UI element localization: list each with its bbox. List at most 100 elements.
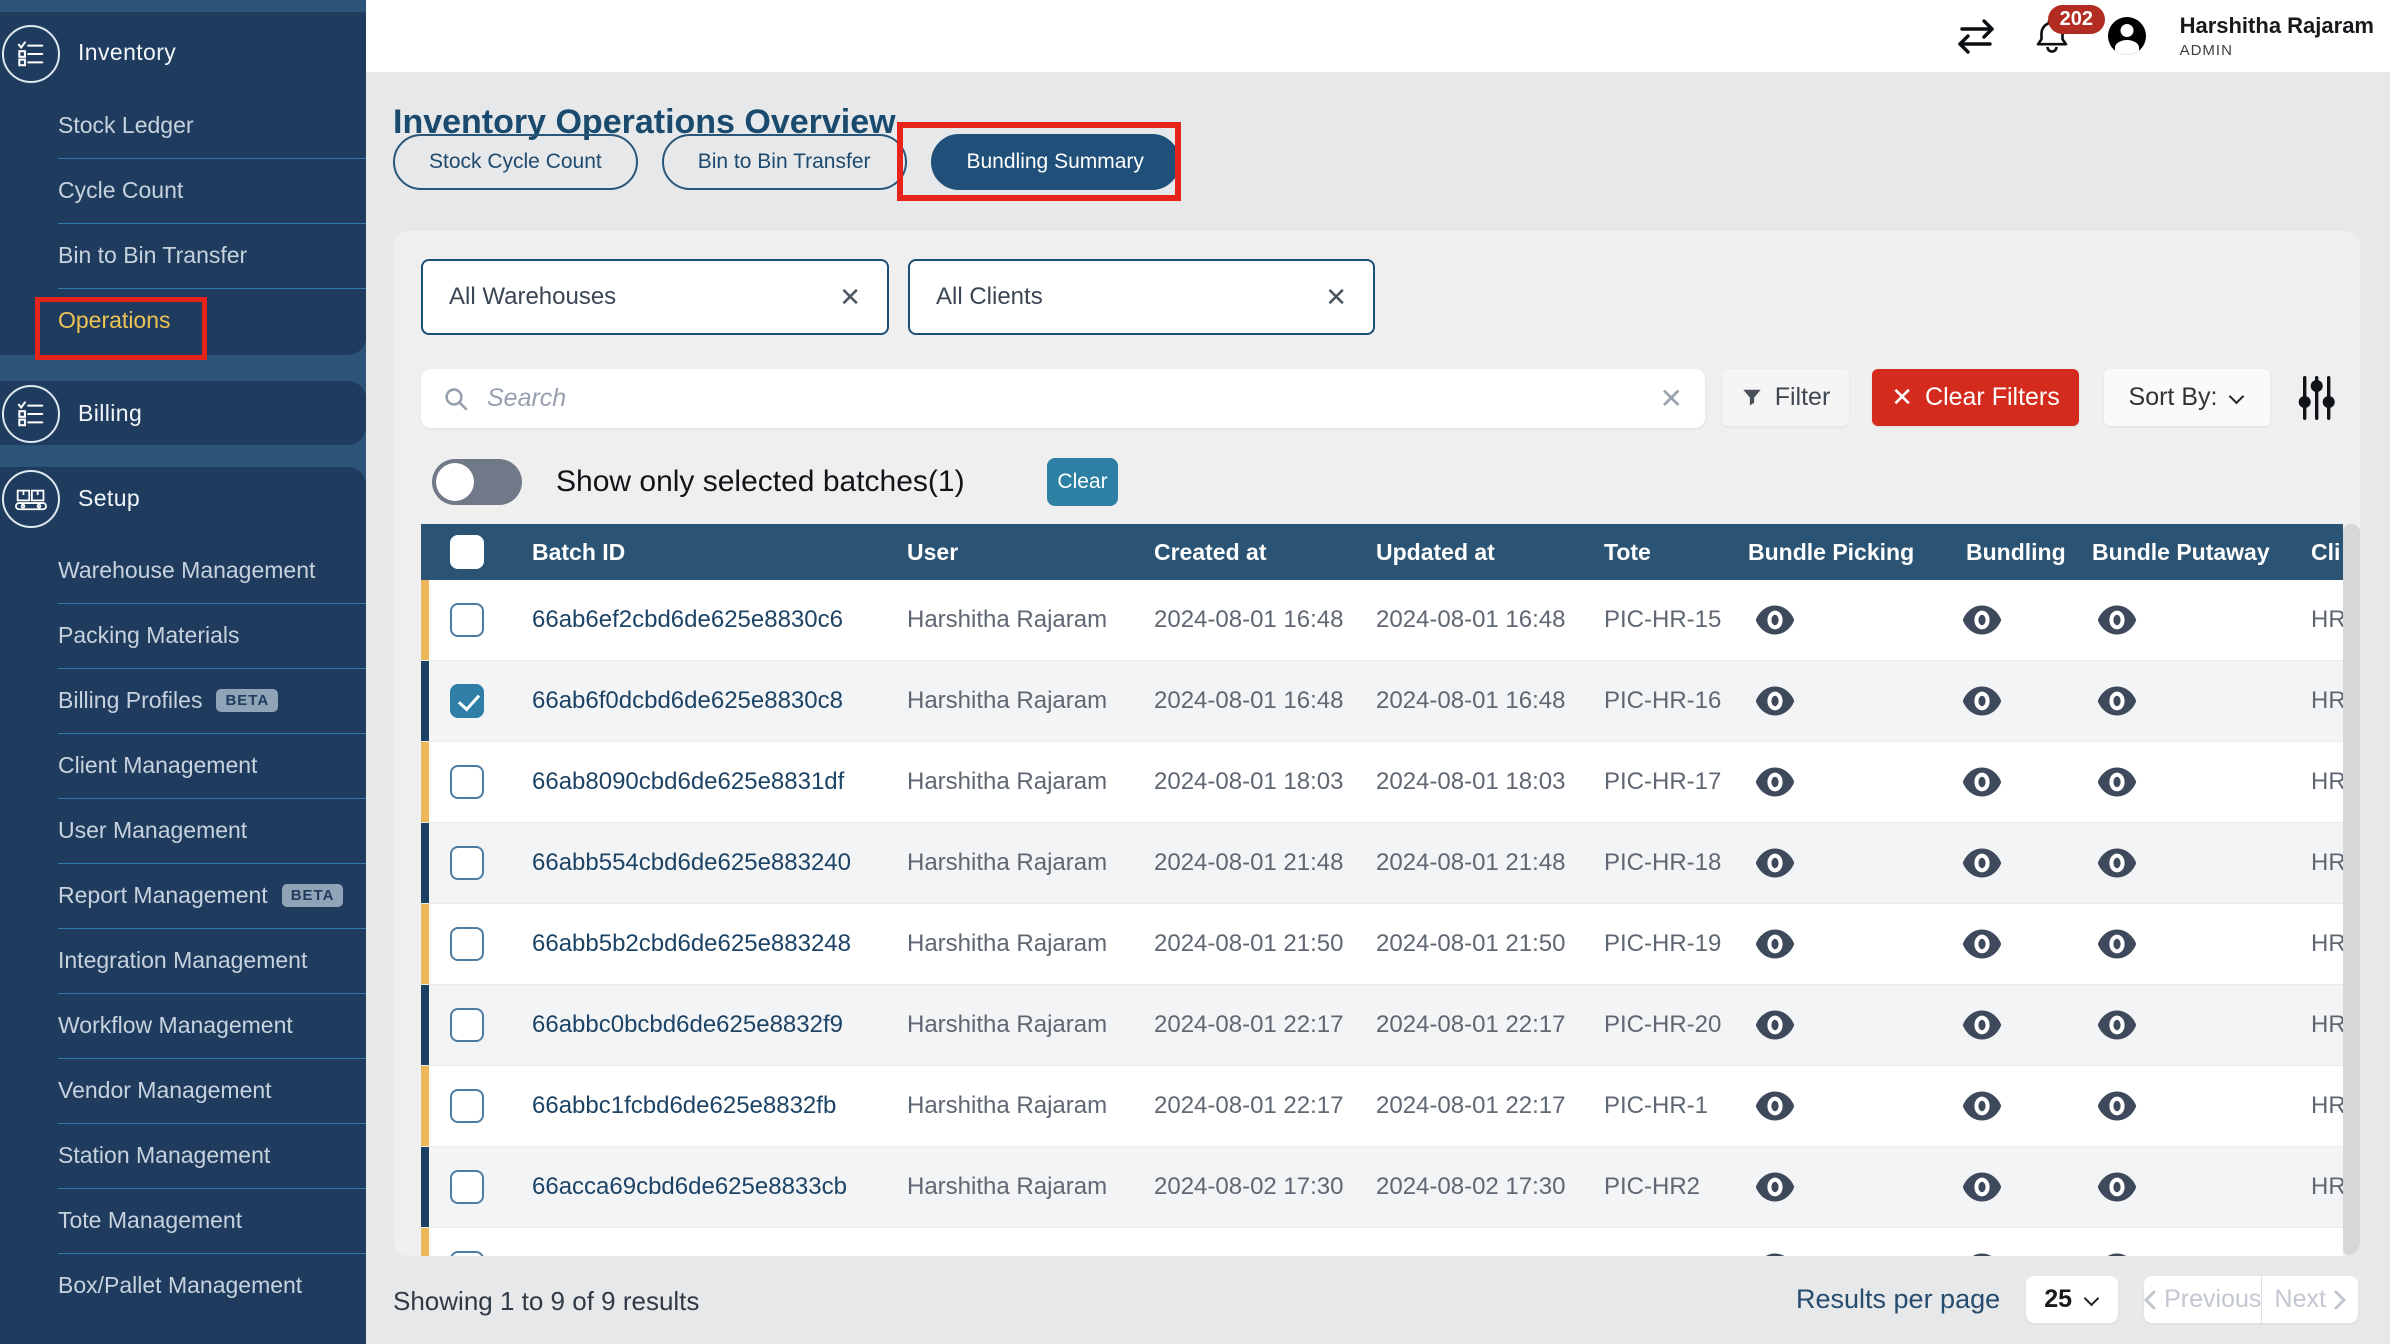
row-checkbox[interactable] bbox=[450, 684, 484, 718]
table-row: 66abb554cbd6de625e883240 Harshitha Rajar… bbox=[421, 822, 2343, 903]
sidebar-item-warehouse-management[interactable]: Warehouse Management bbox=[0, 538, 366, 603]
previous-page-button[interactable]: Previous bbox=[2144, 1276, 2261, 1323]
filter-button[interactable]: Filter bbox=[1722, 369, 1849, 426]
sidebar-item-operations[interactable]: Operations bbox=[0, 288, 366, 353]
view-bundle-picking-icon[interactable] bbox=[1755, 766, 1795, 798]
column-user[interactable]: User bbox=[880, 524, 1125, 580]
view-bundle-picking-icon[interactable] bbox=[1755, 1090, 1795, 1122]
column-created-at[interactable]: Created at bbox=[1125, 524, 1352, 580]
batch-id-link[interactable]: 66ab6f0dcbd6de625e8830c8 bbox=[505, 661, 880, 741]
clear-search-icon[interactable]: ✕ bbox=[1660, 382, 1683, 415]
sidebar-item-integration-management[interactable]: Integration Management bbox=[0, 928, 366, 993]
sort-by-dropdown[interactable]: Sort By: bbox=[2104, 369, 2270, 426]
view-bundle-picking-icon[interactable] bbox=[1755, 928, 1795, 960]
column-bundle-picking[interactable]: Bundle Picking bbox=[1725, 524, 1930, 580]
view-bundling-icon[interactable] bbox=[1962, 1171, 2002, 1203]
row-checkbox[interactable] bbox=[450, 603, 484, 637]
batch-id-link[interactable]: 66abbc0bcbd6de625e8832f9 bbox=[505, 985, 880, 1065]
view-bundle-picking-icon[interactable] bbox=[1755, 1009, 1795, 1041]
view-bundle-putaway-icon[interactable] bbox=[2097, 1171, 2137, 1203]
row-checkbox[interactable] bbox=[450, 927, 484, 961]
view-bundling-icon[interactable] bbox=[1962, 604, 2002, 636]
view-bundling-icon[interactable] bbox=[1962, 1252, 2002, 1256]
batch-id-link[interactable]: 66ab8090cbd6de625e8831df bbox=[505, 742, 880, 822]
sidebar-item-box-pallet-management[interactable]: Box/Pallet Management bbox=[0, 1253, 366, 1318]
sidebar-section-billing-label[interactable]: Billing bbox=[78, 400, 142, 427]
sidebar-item-bin-to-bin-transfer[interactable]: Bin to Bin Transfer bbox=[0, 223, 366, 288]
view-bundle-putaway-icon[interactable] bbox=[2097, 928, 2137, 960]
warehouse-filter-dropdown[interactable]: All Warehouses ✕ bbox=[421, 259, 889, 335]
batch-id-link[interactable]: 66ab6ef2cbd6de625e8830c6 bbox=[505, 580, 880, 660]
view-bundling-icon[interactable] bbox=[1962, 766, 2002, 798]
sidebar-item-station-management[interactable]: Station Management bbox=[0, 1123, 366, 1188]
column-tote[interactable]: Tote bbox=[1578, 524, 1725, 580]
sidebar-section-inventory-label[interactable]: Inventory bbox=[78, 39, 176, 66]
view-bundle-putaway-icon[interactable] bbox=[2097, 1252, 2137, 1256]
select-all-checkbox[interactable] bbox=[450, 535, 484, 569]
batch-id-link[interactable]: 66abb554cbd6de625e883240 bbox=[505, 823, 880, 903]
user-role: ADMIN bbox=[2180, 42, 2374, 59]
tab-bundling-summary[interactable]: Bundling Summary bbox=[931, 134, 1180, 190]
sidebar-item-client-management[interactable]: Client Management bbox=[0, 733, 366, 798]
notifications-bell-icon[interactable]: 202 bbox=[2032, 13, 2074, 59]
view-bundle-putaway-icon[interactable] bbox=[2097, 685, 2137, 717]
view-bundle-putaway-icon[interactable] bbox=[2097, 847, 2137, 879]
view-bundle-putaway-icon[interactable] bbox=[2097, 1090, 2137, 1122]
sidebar-item-user-management[interactable]: User Management bbox=[0, 798, 366, 863]
sidebar-item-packing-materials[interactable]: Packing Materials bbox=[0, 603, 366, 668]
clear-selection-button[interactable]: Clear bbox=[1047, 458, 1118, 506]
column-updated-at[interactable]: Updated at bbox=[1352, 524, 1578, 580]
batch-id-link[interactable] bbox=[505, 1228, 880, 1256]
batch-id-link[interactable]: 66acca69cbd6de625e8833cb bbox=[505, 1147, 880, 1227]
view-bundle-picking-icon[interactable] bbox=[1755, 685, 1795, 717]
row-checkbox[interactable] bbox=[450, 1170, 484, 1204]
batch-id-link[interactable]: 66abbc1fcbd6de625e8832fb bbox=[505, 1066, 880, 1146]
view-bundling-icon[interactable] bbox=[1962, 685, 2002, 717]
row-checkbox[interactable] bbox=[450, 1089, 484, 1123]
sidebar-section-setup-label[interactable]: Setup bbox=[78, 485, 140, 512]
column-bundling[interactable]: Bundling bbox=[1930, 524, 2065, 580]
view-bundling-icon[interactable] bbox=[1962, 847, 2002, 879]
sidebar-item-workflow-management[interactable]: Workflow Management bbox=[0, 993, 366, 1058]
sidebar-item-report-management[interactable]: Report Management BETA bbox=[0, 863, 366, 928]
tab-stock-cycle-count[interactable]: Stock Cycle Count bbox=[393, 134, 638, 190]
view-bundle-putaway-icon[interactable] bbox=[2097, 1009, 2137, 1041]
batch-id-link[interactable]: 66abb5b2cbd6de625e883248 bbox=[505, 904, 880, 984]
client-filter-dropdown[interactable]: All Clients ✕ bbox=[908, 259, 1375, 335]
table-scrollbar[interactable] bbox=[2343, 524, 2360, 1256]
user-avatar[interactable] bbox=[2108, 17, 2146, 55]
view-bundle-picking-icon[interactable] bbox=[1755, 847, 1795, 879]
sidebar-item-tote-management[interactable]: Tote Management bbox=[0, 1188, 366, 1253]
view-bundle-picking-icon[interactable] bbox=[1755, 1171, 1795, 1203]
column-bundle-putaway[interactable]: Bundle Putaway bbox=[2065, 524, 2285, 580]
sidebar-item-cycle-count[interactable]: Cycle Count bbox=[0, 158, 366, 223]
clear-client-filter-icon[interactable]: ✕ bbox=[1325, 282, 1347, 313]
search-input[interactable] bbox=[485, 383, 1644, 414]
view-bundling-icon[interactable] bbox=[1962, 928, 2002, 960]
column-batch-id[interactable]: Batch ID bbox=[505, 524, 880, 580]
sidebar-item-stock-ledger[interactable]: Stock Ledger bbox=[0, 93, 366, 158]
sidebar: Inventory Stock Ledger Cycle Count Bin t… bbox=[0, 0, 366, 1344]
swap-arrows-icon[interactable] bbox=[1954, 16, 1998, 56]
row-checkbox[interactable] bbox=[450, 1008, 484, 1042]
column-client[interactable]: Cli bbox=[2285, 524, 2343, 580]
view-bundling-icon[interactable] bbox=[1962, 1090, 2002, 1122]
row-checkbox[interactable] bbox=[450, 765, 484, 799]
show-selected-toggle[interactable] bbox=[432, 459, 522, 505]
view-bundle-picking-icon[interactable] bbox=[1755, 1252, 1795, 1256]
clear-filters-button[interactable]: ✕ Clear Filters bbox=[1872, 369, 2079, 426]
table-header-row: Batch ID User Created at Updated at Tote… bbox=[421, 524, 2343, 580]
page-size-select[interactable]: 25 bbox=[2026, 1276, 2118, 1323]
view-bundle-putaway-icon[interactable] bbox=[2097, 766, 2137, 798]
row-checkbox[interactable] bbox=[450, 846, 484, 880]
view-bundle-picking-icon[interactable] bbox=[1755, 604, 1795, 636]
view-bundle-putaway-icon[interactable] bbox=[2097, 604, 2137, 636]
tab-bin-to-bin-transfer[interactable]: Bin to Bin Transfer bbox=[662, 134, 907, 190]
row-checkbox[interactable] bbox=[450, 1251, 484, 1256]
view-bundling-icon[interactable] bbox=[1962, 1009, 2002, 1041]
clear-warehouse-filter-icon[interactable]: ✕ bbox=[839, 282, 861, 313]
adjust-sliders-icon[interactable] bbox=[2297, 372, 2337, 424]
next-page-button[interactable]: Next bbox=[2261, 1276, 2358, 1323]
sidebar-item-billing-profiles[interactable]: Billing Profiles BETA bbox=[0, 668, 366, 733]
sidebar-item-vendor-management[interactable]: Vendor Management bbox=[0, 1058, 366, 1123]
